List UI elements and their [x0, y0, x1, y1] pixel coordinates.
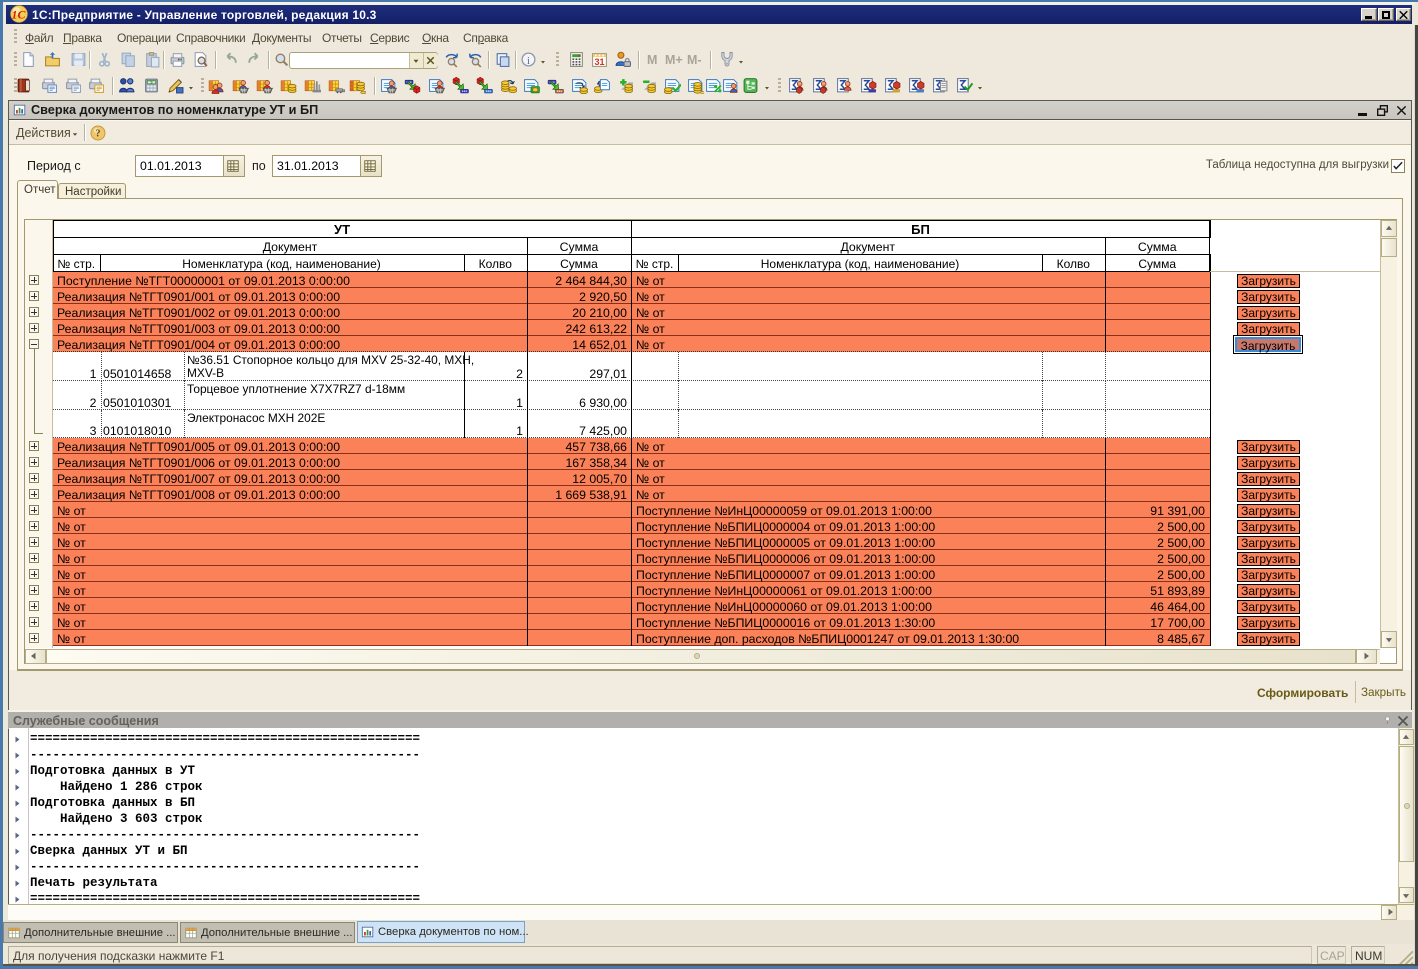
svg-text:31: 31: [594, 57, 604, 67]
svg-text:1С: 1С: [12, 8, 26, 22]
svg-text:i: i: [527, 56, 530, 67]
svg-text:?: ?: [96, 129, 101, 140]
svg-text:$: $: [150, 81, 152, 85]
